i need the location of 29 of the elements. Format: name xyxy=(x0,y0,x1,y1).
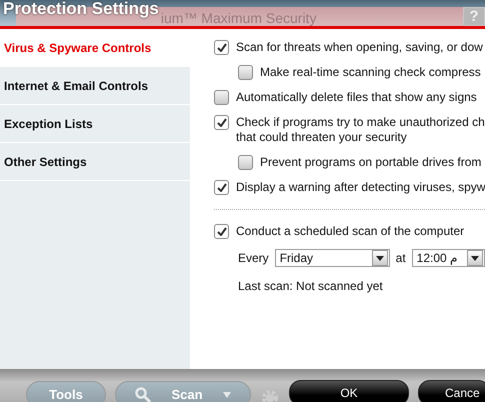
at-label: at xyxy=(396,251,406,265)
caret-icon xyxy=(376,256,384,260)
background-window-title: ium™ Maximum Security xyxy=(160,10,316,26)
checkbox[interactable] xyxy=(214,224,229,239)
checkbox[interactable] xyxy=(214,115,229,130)
day-dropdown[interactable]: Friday xyxy=(274,249,390,267)
checkbox[interactable] xyxy=(214,40,229,55)
ok-button[interactable]: OK xyxy=(289,380,409,402)
option-label: Automatically delete files that show any signs xyxy=(236,90,477,105)
option-label: Check if programs try to make unauthorized ch that could threaten your security xyxy=(236,115,485,145)
search-icon xyxy=(135,386,152,402)
checkbox[interactable] xyxy=(214,90,229,105)
last-scan-text: Last scan: Not scanned yet xyxy=(237,279,384,293)
cancel-button[interactable]: Cance xyxy=(418,380,485,402)
checkbox[interactable] xyxy=(238,155,253,170)
option-label: Prevent programs on portable drives from xyxy=(260,155,482,170)
time-dropdown[interactable]: 12:00 م xyxy=(412,249,485,267)
sidebar-item[interactable]: Other Settings xyxy=(0,143,190,181)
sidebar-item[interactable]: Exception Lists xyxy=(0,105,190,143)
checkbox[interactable] xyxy=(238,65,253,80)
sidebar-item[interactable]: Virus & Spyware Controls xyxy=(0,29,190,67)
option-label: Conduct a scheduled scan of the computer xyxy=(236,224,464,239)
sidebar-item[interactable]: Internet & Email Controls xyxy=(0,67,190,105)
checkbox[interactable] xyxy=(214,180,229,195)
every-label: Every xyxy=(238,251,269,265)
caret-icon xyxy=(471,256,479,260)
caret-icon xyxy=(222,392,231,398)
option-label: Make real-time scanning check compress xyxy=(260,65,481,80)
option-label: Scan for threats when opening, saving, or dow xyxy=(236,40,483,55)
